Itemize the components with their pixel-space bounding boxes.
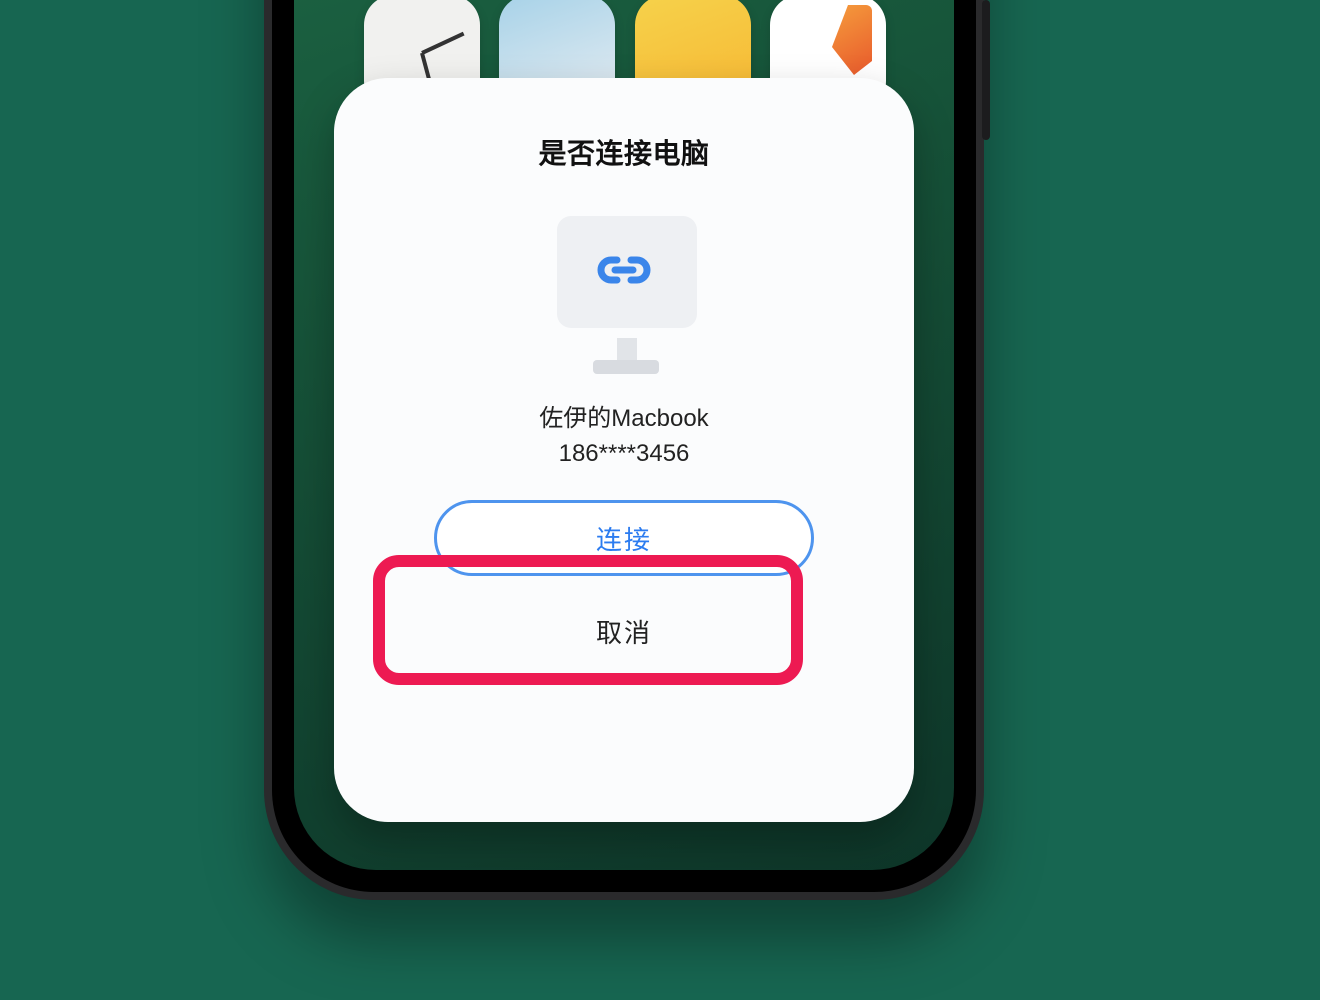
connect-button[interactable]: 连接 — [434, 500, 814, 576]
link-icon — [593, 252, 655, 293]
monitor-neck — [617, 338, 637, 362]
device-phone: 186****3456 — [364, 437, 884, 472]
phone-screen: 是否连接电脑 佐伊的Macbook 186****3456 — [294, 0, 954, 870]
device-name: 佐伊的Macbook — [364, 402, 884, 437]
monitor-stand — [593, 360, 659, 374]
cancel-button[interactable]: 取消 — [590, 612, 658, 651]
dialog-title: 是否连接电脑 — [364, 132, 884, 172]
phone-frame: 是否连接电脑 佐伊的Macbook 186****3456 — [264, 0, 984, 900]
side-button — [982, 0, 990, 140]
connect-dialog: 是否连接电脑 佐伊的Macbook 186****3456 — [334, 78, 914, 822]
device-illustration — [539, 210, 709, 380]
